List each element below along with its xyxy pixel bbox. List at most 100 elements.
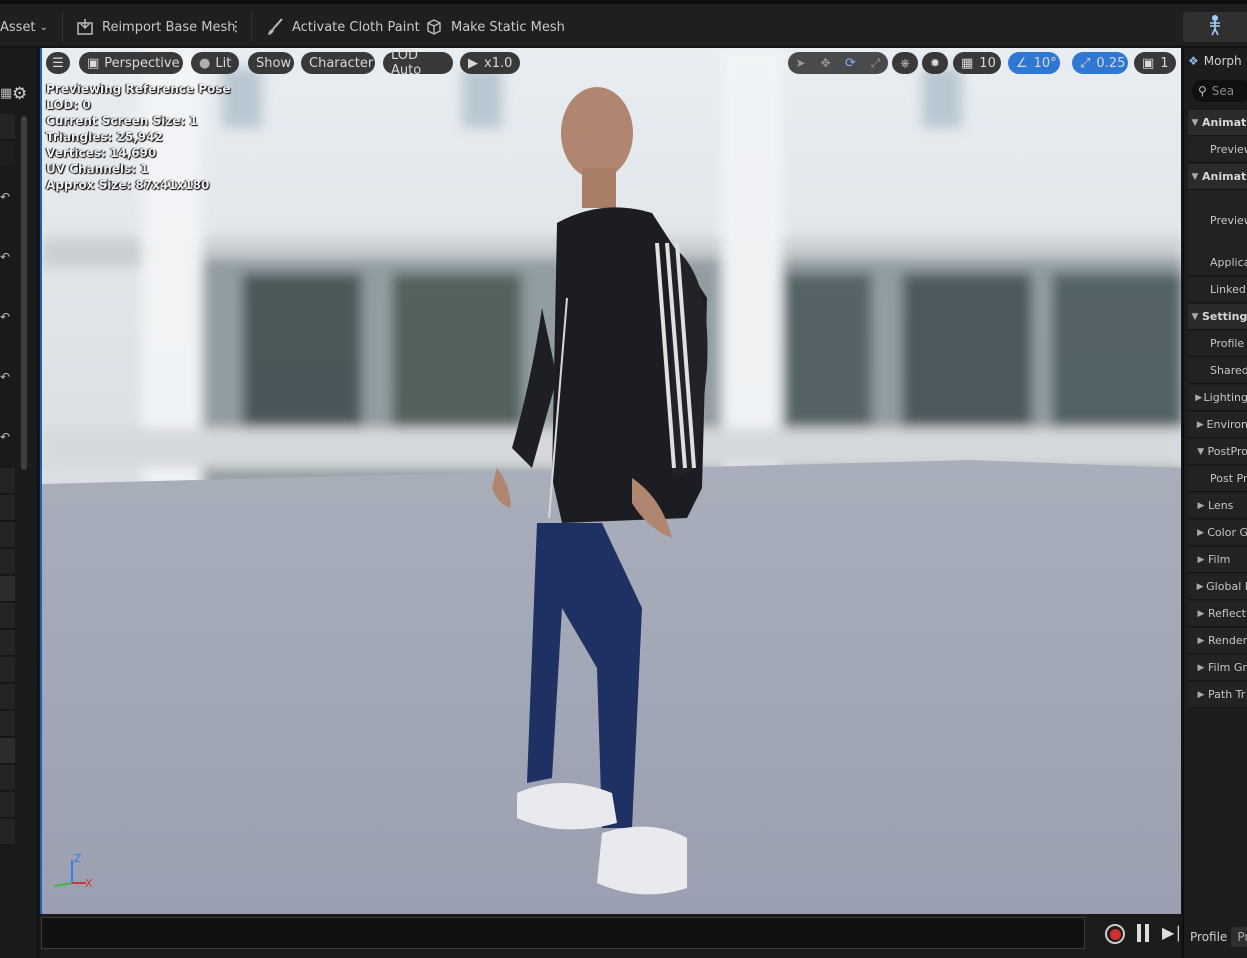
- viewport-menu-button[interactable]: ☰: [46, 52, 70, 74]
- list-item[interactable]: [0, 603, 15, 629]
- list-item[interactable]: [0, 630, 15, 656]
- lit-label: Lit: [215, 55, 232, 71]
- reset-arrow-icon[interactable]: ↶: [0, 370, 14, 384]
- expand-arrow-icon: ▶: [1197, 554, 1205, 565]
- lod-button[interactable]: LOD Auto: [383, 48, 453, 78]
- reimport-base-mesh-button[interactable]: Reimport Base Mesh: [74, 8, 236, 46]
- morph-tab[interactable]: ❖ Morph: [1188, 50, 1242, 72]
- asset-menu[interactable]: Asset ⌄: [0, 8, 48, 46]
- angle-snap-button[interactable]: ∠ 10°: [1008, 52, 1060, 74]
- category-settings[interactable]: ▼ Setting: [1188, 304, 1247, 330]
- morph-target-icon: ❖: [1188, 54, 1199, 68]
- profile-bar: Profile Pr: [1184, 922, 1247, 952]
- scale-icon[interactable]: ⤢: [863, 56, 888, 71]
- list-item[interactable]: [0, 495, 15, 521]
- group-lighting[interactable]: ▶ Lighting: [1188, 385, 1247, 411]
- list-item[interactable]: [0, 522, 15, 548]
- property-row[interactable]: Profile N: [1188, 331, 1247, 357]
- surface-snap-button[interactable]: ✹: [922, 52, 948, 74]
- character-button[interactable]: Character: [301, 52, 375, 74]
- list-item[interactable]: [0, 141, 15, 167]
- row-label: Shared: [1210, 364, 1247, 377]
- property-row[interactable]: Linked A: [1188, 277, 1247, 303]
- list-item[interactable]: [0, 576, 15, 602]
- list-item[interactable]: [0, 765, 15, 791]
- select-arrow-icon[interactable]: ➤: [788, 56, 813, 70]
- search-box[interactable]: ⚲ Sea: [1192, 80, 1247, 102]
- left-panel-scrollbar[interactable]: [21, 116, 27, 470]
- playback-rate-button[interactable]: ▶ x1.0: [460, 52, 520, 74]
- camera-icon: ▣: [1142, 55, 1155, 71]
- group-environment[interactable]: ▶ Environ: [1188, 412, 1247, 438]
- list-item[interactable]: [0, 549, 15, 575]
- make-static-mesh-button[interactable]: Make Static Mesh: [423, 8, 565, 46]
- list-item[interactable]: [0, 657, 15, 683]
- row-label: Path Tr: [1208, 688, 1246, 701]
- lit-button[interactable]: ● Lit: [191, 52, 239, 74]
- camera-speed-button[interactable]: ▣ 1: [1134, 52, 1176, 74]
- category-animation[interactable]: ▼ Animat: [1188, 110, 1247, 136]
- property-row[interactable]: Applica: [1188, 250, 1247, 276]
- list-item[interactable]: [0, 468, 15, 494]
- vertices-text: Vertices: 14,690: [46, 146, 157, 160]
- list-item[interactable]: [0, 792, 15, 818]
- reset-arrow-icon[interactable]: ↶: [0, 310, 14, 324]
- hamburger-icon: ☰: [52, 55, 64, 71]
- pause-icon: [1137, 924, 1141, 942]
- group-postprocess[interactable]: ▼ PostPro: [1188, 439, 1247, 465]
- list-item[interactable]: [0, 819, 15, 845]
- character-label: Character: [309, 55, 374, 71]
- profile-dropdown[interactable]: Pr: [1231, 927, 1247, 947]
- group-film[interactable]: ▶ Film: [1188, 547, 1247, 573]
- list-item[interactable]: [0, 711, 15, 737]
- group-rendering[interactable]: ▶ Render: [1188, 628, 1247, 654]
- scale-snap-button[interactable]: ⤢ 0.25: [1072, 52, 1128, 74]
- pause-button[interactable]: [1137, 924, 1151, 944]
- group-path-tracing[interactable]: ▶ Path Tr: [1188, 682, 1247, 708]
- activate-cloth-paint-button[interactable]: Activate Cloth Paint: [264, 8, 420, 46]
- asset-menu-label: Asset: [0, 19, 36, 35]
- list-item[interactable]: [0, 738, 15, 764]
- record-button[interactable]: [1105, 924, 1125, 944]
- coordinate-space-icon: ⎈: [900, 55, 910, 70]
- gear-icon[interactable]: ⚙: [12, 84, 27, 104]
- search-icon: ⚲: [1198, 84, 1207, 98]
- perspective-button[interactable]: ▣ Perspective: [79, 52, 183, 74]
- move-icon[interactable]: ✥: [813, 56, 838, 70]
- lod-text: LOD: 0: [46, 98, 91, 112]
- scale-arrow-icon: ⤢: [1080, 55, 1091, 71]
- reset-arrow-icon[interactable]: ↶: [0, 190, 14, 204]
- play-rate-label: x1.0: [484, 55, 513, 71]
- axis-z-label: Z: [74, 852, 82, 865]
- left-panel: ▦ ⚙ ↶ ↶ ↶ ↶ ↶: [0, 48, 38, 958]
- property-row[interactable]: Shared: [1188, 358, 1247, 384]
- expand-arrow-icon: ▶: [1195, 392, 1203, 403]
- reset-arrow-icon[interactable]: ↶: [0, 430, 14, 444]
- category-animation[interactable]: ▼ Animat: [1188, 164, 1247, 190]
- skeleton-editor-button[interactable]: [1183, 12, 1247, 42]
- more-options-button[interactable]: ⋮: [229, 8, 243, 46]
- list-item[interactable]: [0, 114, 15, 140]
- property-row[interactable]: Preview: [1188, 191, 1247, 251]
- timeline-track[interactable]: [41, 917, 1085, 949]
- group-lens[interactable]: ▶ Lens: [1188, 493, 1247, 519]
- row-label: PostPro: [1207, 445, 1247, 458]
- group-reflections[interactable]: ▶ Reflect: [1188, 601, 1247, 627]
- group-film-grain[interactable]: ▶ Film Gr: [1188, 655, 1247, 681]
- play-icon: ▶: [468, 55, 478, 71]
- local-space-button[interactable]: ⎈: [892, 52, 918, 74]
- group-global-illumination[interactable]: ▶ Global I: [1188, 574, 1247, 600]
- rotate-icon[interactable]: ⟳: [838, 56, 863, 71]
- row-label: Film: [1208, 553, 1231, 566]
- group-color-grading[interactable]: ▶ Color G: [1188, 520, 1247, 546]
- preview-viewport[interactable]: Z X ☰ ▣ Perspective ● Lit Show Character…: [40, 48, 1181, 914]
- kebab-icon: ⋮: [229, 19, 243, 35]
- property-row[interactable]: Preview: [1188, 137, 1247, 163]
- toolbar-divider: [62, 12, 63, 42]
- property-row[interactable]: Post Pr: [1188, 466, 1247, 492]
- step-forward-button[interactable]: ▶∣: [1162, 923, 1182, 942]
- show-button[interactable]: Show: [248, 52, 294, 74]
- reset-arrow-icon[interactable]: ↶: [0, 250, 14, 264]
- grid-snap-button[interactable]: ▦ 10: [953, 52, 1001, 74]
- list-item[interactable]: [0, 684, 15, 710]
